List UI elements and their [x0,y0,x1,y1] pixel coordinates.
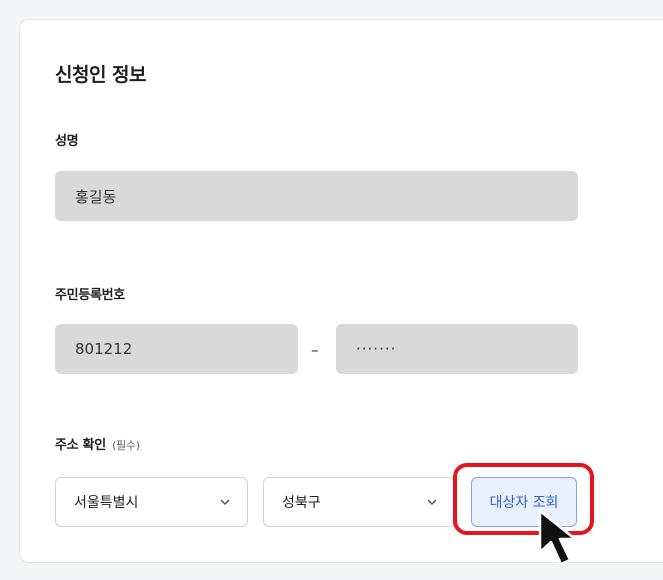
chevron-down-icon [220,499,230,506]
rrn-label: 주민등록번호 [55,288,125,303]
mouse-cursor-icon [538,509,577,566]
rrn-separator: – [311,341,319,359]
district-select-value: 성북구 [282,495,321,511]
district-select[interactable]: 성북구 [263,477,455,527]
chevron-down-icon [427,499,437,506]
city-select[interactable]: 서울특별시 [55,477,248,527]
rrn-front-field[interactable]: 801212 [55,324,298,374]
name-label: 성명 [55,134,79,149]
address-label-text: 주소 확인 [55,438,106,453]
name-field[interactable]: 홍길동 [55,171,578,221]
city-select-value: 서울특별시 [74,495,139,511]
rrn-back-field[interactable]: ······· [336,324,578,374]
section-title: 신청인 정보 [55,64,147,86]
address-label: 주소 확인 (필수) [55,434,140,453]
required-note: (필수) [112,439,140,452]
